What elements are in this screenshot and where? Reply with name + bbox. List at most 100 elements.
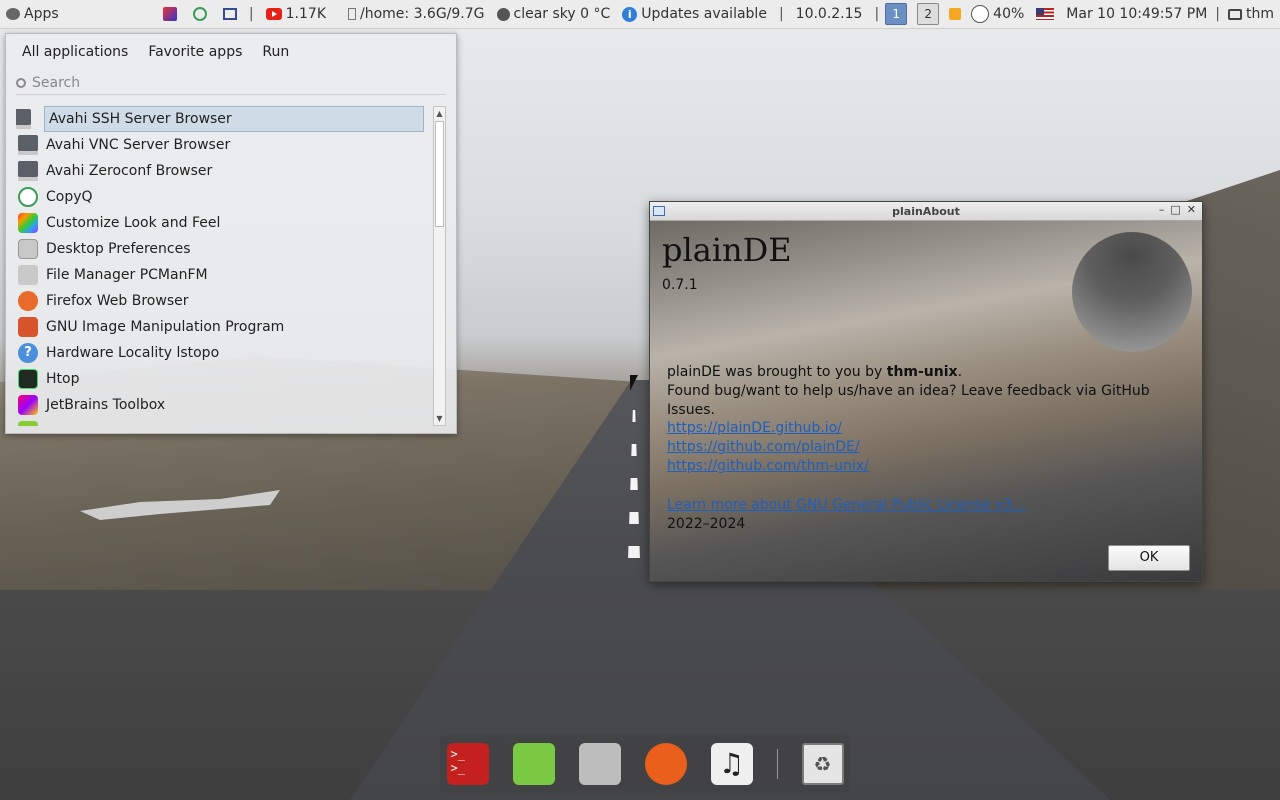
monitor-icon [18,135,38,155]
youtube-widget[interactable]: 1.17K [260,6,332,22]
list-item[interactable]: Htop [16,366,434,392]
desktop-icon [18,239,38,259]
app-label: JetBrains Toolbox [46,397,166,413]
link-website[interactable]: https://plainDE.github.io/ [667,419,869,438]
ip-address: 10.0.2.15 [795,6,863,22]
weather-icon [496,7,510,21]
package-icon[interactable] [162,7,177,21]
top-panel: Apps | 1.17K /home: 3.6G/9.7G clear sky … [0,0,1280,29]
panel-separator: | [874,6,880,22]
weather-widget[interactable]: clear sky 0 °C [491,6,617,22]
battery-icon [971,5,990,23]
battery-widget[interactable]: 40% [965,5,1030,23]
license-link[interactable]: Learn more about GNU General Public Lice… [667,496,1025,515]
app-label: Avahi SSH Server Browser [49,111,232,127]
list-item[interactable]: File Manager PCManFM [16,262,434,288]
credit-author: thm-unix [886,364,958,380]
tab-all-applications[interactable]: All applications [14,44,136,60]
scroll-thumb[interactable] [435,121,444,227]
copyq-icon [18,187,38,207]
list-item[interactable]: ? Hardware Locality lstopo [16,340,434,366]
keyboard-layout-widget[interactable] [1030,8,1060,20]
ip-widget: 10.0.2.15 [790,6,869,22]
copyright-years: 2022–2024 [667,516,746,532]
monitor-icon [1228,8,1242,20]
tab-favorite-apps[interactable]: Favorite apps [140,44,250,60]
files-icon[interactable] [578,743,621,785]
app-label: Customize Look and Feel [46,215,221,231]
about-dialog: plainAbout – □ ✕ plainDE 0.7.1 plainDE w… [649,201,1203,582]
list-item[interactable]: JetBrains Toolbox [16,392,434,418]
search-field[interactable]: Search [16,72,446,95]
menu-tabs: All applications Favorite apps Run [6,34,456,60]
username: thm [1246,6,1274,22]
firefox-icon[interactable] [644,743,687,785]
app-label: Avahi VNC Server Browser [46,137,231,153]
list-item[interactable]: Avahi Zeroconf Browser [16,158,434,184]
folder-icon [18,265,38,285]
list-item[interactable]: Firefox Web Browser [16,288,434,314]
trash-icon[interactable]: ♻ [801,743,844,785]
search-placeholder: Search [32,75,81,91]
datetime: Mar 10 10:49:57 PM [1066,6,1208,22]
minimize-icon[interactable]: – [1159,203,1165,216]
workspace-2[interactable]: 2 [917,3,940,25]
app-label: File Manager PCManFM [46,267,208,283]
list-item[interactable]: CopyQ [16,184,434,210]
link-github-author[interactable]: https://github.com/thm-unix/ [667,457,869,476]
about-body: plainDE 0.7.1 plainDE was brought to you… [650,221,1202,581]
close-icon[interactable]: ✕ [1187,203,1196,216]
clock-widget[interactable]: Mar 10 10:49:57 PM [1060,6,1213,22]
maximize-icon[interactable]: □ [1170,203,1180,216]
dock-separator [776,749,778,779]
copyq-tray-icon[interactable] [192,7,207,21]
app-list-scrollbar[interactable]: ▲ ▼ [433,106,446,426]
disk-usage: /home: 3.6G/9.7G [360,6,485,22]
youtube-icon [265,8,282,20]
info-icon: i [622,6,638,22]
credit-line: plainDE was brought to you by thm-unix. [667,363,1202,382]
apps-menu-button[interactable]: Apps [0,6,145,22]
list-item[interactable]: Customize Look and Feel [16,210,434,236]
media-widget[interactable] [945,8,965,20]
app-label: CopyQ [46,189,93,205]
workspace-1[interactable]: 1 [885,3,908,25]
scroll-up-arrow-icon[interactable]: ▲ [434,107,445,120]
scroll-down-arrow-icon[interactable]: ▼ [434,412,445,425]
media-icon [949,8,962,20]
htop-icon [18,369,38,389]
list-item[interactable]: Avahi VNC Server Browser [16,132,434,158]
about-titlebar[interactable]: plainAbout – □ ✕ [650,202,1202,221]
updates-text: Updates available [641,6,767,22]
palette-icon [18,213,38,233]
youtube-count: 1.17K [285,6,326,22]
ok-button[interactable]: OK [1108,545,1190,571]
tab-run[interactable]: Run [254,44,297,60]
disk-usage-widget[interactable]: /home: 3.6G/9.7G [342,6,491,22]
list-item[interactable] [16,418,434,426]
list-item[interactable]: Desktop Preferences [16,236,434,262]
user-widget[interactable]: thm [1222,6,1280,22]
app-label: Avahi Zeroconf Browser [46,163,213,179]
feedback-line: Found bug/want to help us/have an idea? … [667,383,1150,418]
link-github-plainde[interactable]: https://github.com/plainDE/ [667,438,869,457]
jetbrains-icon [18,395,38,415]
monitor-icon [16,109,31,129]
plainde-logo [1072,232,1192,352]
license: Learn more about GNU General Public Lice… [667,496,1025,534]
app-list: Avahi SSH Server Browser Avahi VNC Serve… [16,106,434,426]
list-item[interactable]: Avahi SSH Server Browser [16,106,424,132]
panel-separator: | [778,6,784,22]
music-icon[interactable]: ♫ [710,743,753,785]
notes-icon[interactable] [512,743,555,785]
terminal-icon[interactable]: >_ >_ [446,743,489,785]
help-icon: ? [18,343,38,363]
mouse-cursor-icon [630,375,638,391]
credit-suffix: . [957,364,963,380]
apps-icon [6,8,20,20]
screenshot-tray-icon[interactable] [222,8,237,20]
weather-text: clear sky 0 °C [513,6,611,22]
updates-widget[interactable]: i Updates available [616,6,773,22]
list-item[interactable]: GNU Image Manipulation Program [16,314,434,340]
app-label: Firefox Web Browser [46,293,189,309]
